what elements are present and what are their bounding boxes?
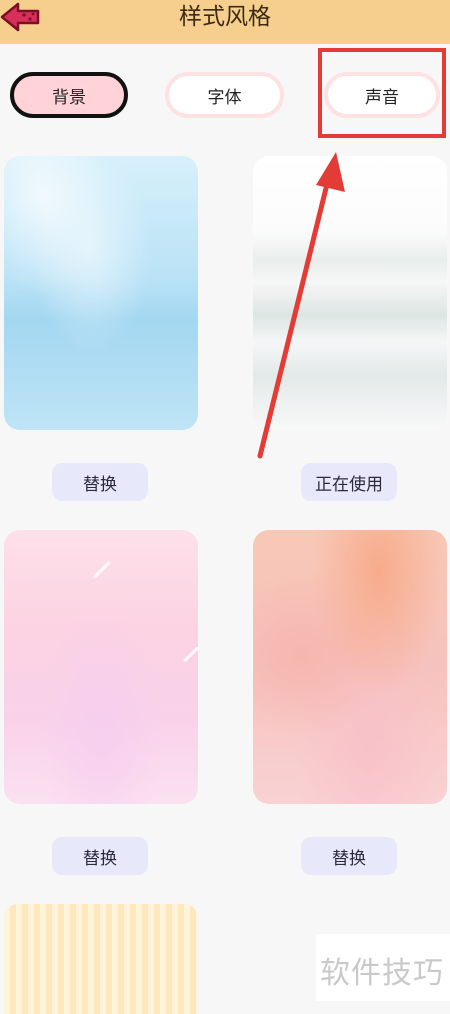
page-title: 样式风格 bbox=[179, 4, 271, 30]
app-header: 样式风格 bbox=[0, 0, 450, 44]
background-card-peach-watercolor[interactable] bbox=[253, 530, 447, 804]
replace-button[interactable]: 替换 bbox=[52, 463, 148, 501]
tab-font[interactable]: 字体 bbox=[165, 72, 284, 118]
replace-button[interactable]: 替换 bbox=[301, 837, 397, 875]
watermark-text: 软件技巧 bbox=[320, 956, 444, 991]
background-card-ink-landscape[interactable] bbox=[253, 156, 447, 430]
background-card-cream-stripes[interactable] bbox=[4, 904, 198, 1014]
background-card-blue-watercolor[interactable] bbox=[4, 156, 198, 430]
annotation-highlight-box bbox=[318, 48, 446, 138]
background-card-pink-gradient[interactable] bbox=[4, 530, 198, 804]
replace-button[interactable]: 替换 bbox=[52, 837, 148, 875]
in-use-button[interactable]: 正在使用 bbox=[301, 463, 397, 501]
tab-background[interactable]: 背景 bbox=[10, 72, 128, 118]
